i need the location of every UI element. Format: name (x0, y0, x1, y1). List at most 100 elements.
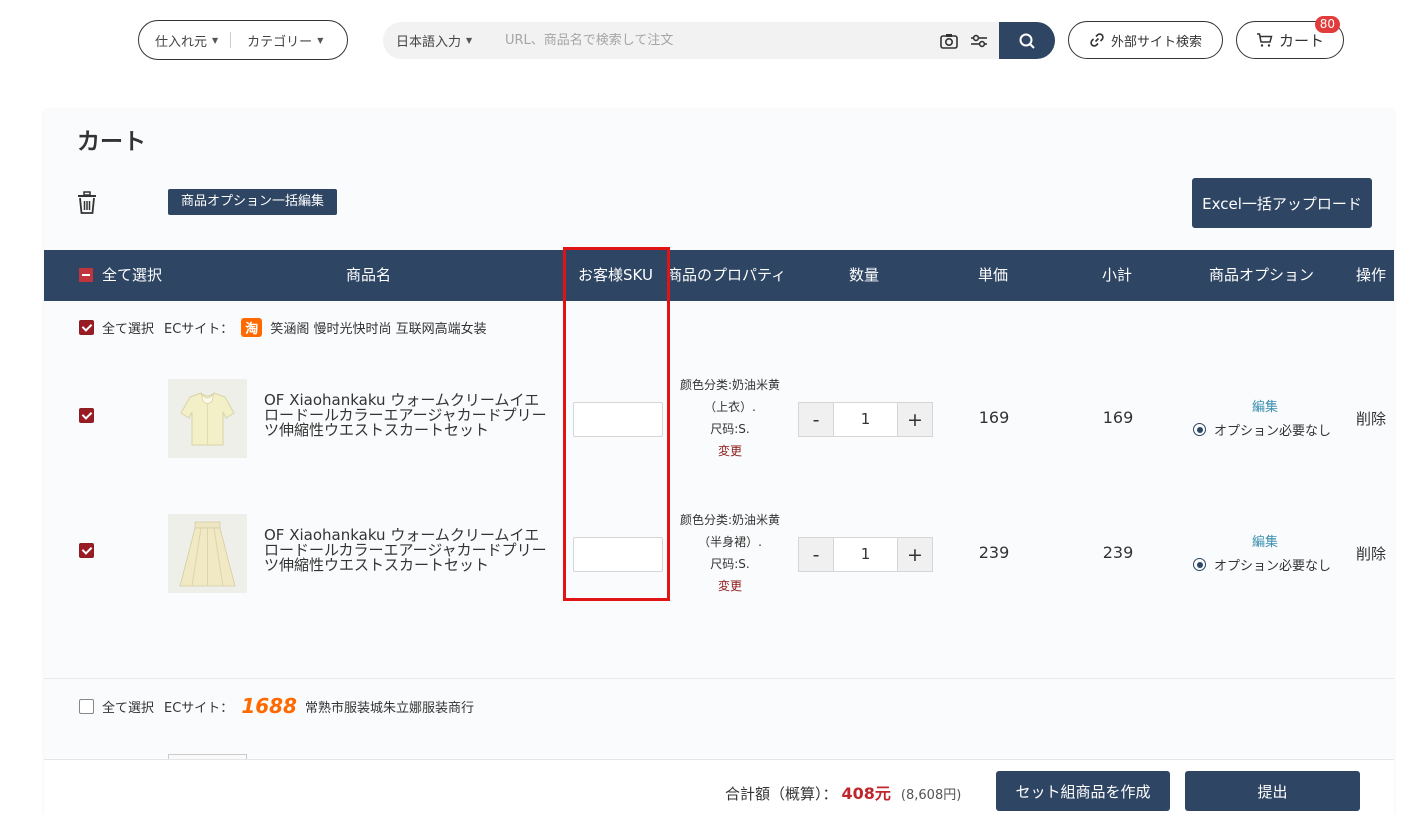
option-none[interactable]: オプション必要なし (1193, 555, 1331, 574)
item-select-checkbox[interactable] (79, 408, 94, 423)
shop-select-checkbox[interactable] (79, 320, 94, 335)
prop-color: 颜色分类:奶油米黄 (679, 513, 781, 527)
option-edit-link[interactable]: 編集 (1252, 531, 1278, 550)
skirt-image (168, 514, 247, 593)
shop-header: 全て選択 ECサイト： 1688 常熟市服装城朱立娜服装商行 (79, 694, 474, 718)
subtotal: 239 (1102, 543, 1134, 562)
decrement-button[interactable]: - (799, 538, 833, 571)
shop-select-all-label: 全て選択 (102, 322, 155, 337)
product-property: 颜色分类:奶油米黄 （上衣）. 尺码:S. 変更 (666, 374, 794, 462)
quantity-stepper: - 1 + (798, 402, 933, 437)
chevron-down-icon: ▼ (212, 35, 219, 45)
header-unit-price: 単価 (978, 266, 1009, 284)
chevron-down-icon: ▼ (317, 35, 324, 45)
link-icon (1090, 33, 1104, 47)
radio-selected-icon[interactable] (1193, 558, 1206, 571)
table-header: 全て選択 商品名 お客様SKU 商品のプロパティ 数量 単価 小計 商品オプショ… (44, 250, 1394, 301)
delete-button[interactable]: 削除 (1356, 543, 1386, 564)
product-thumbnail[interactable] (168, 514, 247, 593)
option-none-label: オプション必要なし (1214, 559, 1332, 574)
cart-item-row: OF Xiaohankaku ウォームクリームイエロードールカラーエアージャカー… (44, 374, 1394, 464)
trash-icon[interactable] (76, 191, 98, 215)
category-dropdown[interactable]: カテゴリー ▼ (231, 31, 323, 50)
customer-sku-input[interactable] (573, 402, 663, 437)
page-title: カート (77, 129, 146, 155)
header-product-name: 商品名 (346, 266, 392, 284)
excel-upload-button[interactable]: Excel一括アップロード (1192, 178, 1372, 228)
prop-color: 颜色分类:奶油米黄 (679, 378, 781, 392)
language-label: 日本語入力 (396, 35, 462, 50)
bulk-option-edit-button[interactable]: 商品オプション一括編集 (168, 189, 338, 215)
radio-selected-icon[interactable] (1193, 423, 1206, 436)
customer-sku-input[interactable] (573, 537, 663, 572)
product-property: 颜色分类:奶油米黄 （半身裙）. 尺码:S. 変更 (666, 509, 794, 597)
header-subtotal: 小計 (1102, 266, 1133, 284)
increment-button[interactable]: + (898, 538, 932, 571)
external-search-label: 外部サイト検索 (1110, 34, 1202, 50)
filter-icon[interactable] (969, 31, 989, 51)
increment-button[interactable]: + (898, 403, 932, 436)
prop-variant: （上衣）. (704, 400, 756, 414)
cart-icon (1256, 33, 1273, 47)
prop-size: 尺码:S. (710, 557, 750, 571)
category-label: カテゴリー (247, 34, 313, 50)
total-summary: 合計額（概算）： 408元 (8,608円) (725, 780, 961, 804)
source-dropdown[interactable]: 仕入れ元 ▼ (139, 31, 218, 50)
header-property: 商品のプロパティ (667, 266, 787, 284)
cart-panel: カート 商品オプション一括編集 Excel一括アップロード 全て選択 商品名 お… (44, 110, 1394, 815)
camera-icon[interactable] (939, 31, 959, 51)
quantity-stepper: - 1 + (798, 537, 933, 572)
source-label: 仕入れ元 (155, 34, 208, 50)
shop-name[interactable]: 常熟市服装城朱立娜服装商行 (305, 697, 474, 716)
prop-size: 尺码:S. (710, 422, 750, 436)
total-label: 合計額（概算）： (725, 785, 838, 803)
delete-button[interactable]: 削除 (1356, 408, 1386, 429)
unit-price: 239 (978, 543, 1010, 562)
submit-button[interactable]: 提出 (1185, 771, 1360, 811)
ec-site-label: ECサイト： (164, 322, 234, 337)
select-all-checkbox[interactable] (79, 268, 93, 282)
unit-price: 169 (978, 408, 1010, 427)
quantity-value[interactable]: 1 (833, 403, 898, 436)
header-operation: 操作 (1356, 266, 1387, 284)
total-amount: 408元 (841, 784, 891, 803)
ec-site-label: ECサイト： (164, 700, 234, 716)
search-bar: 日本語入力 ▼ (383, 22, 1055, 59)
search-button[interactable] (999, 22, 1055, 59)
product-name[interactable]: OF Xiaohankaku ウォームクリームイエロードールカラーエアージャカー… (264, 393, 554, 438)
option-none[interactable]: オプション必要なし (1193, 420, 1331, 439)
option-none-label: オプション必要なし (1214, 424, 1332, 439)
checkout-footer: 合計額（概算）： 408元 (8,608円) セット組商品を作成 提出 (44, 759, 1394, 815)
top-bar: 仕入れ元 ▼ カテゴリー ▼ 日本語入力 ▼ URL、商品名で検索して注文 外部… (0, 0, 1420, 80)
shop-name[interactable]: 笑涵阁 慢时光快时尚 互联网高端女装 (270, 318, 486, 337)
prop-variant: （半身裙）. (698, 535, 762, 549)
decrement-button[interactable]: - (799, 403, 833, 436)
cart-item-row: OF Xiaohankaku ウォームクリームイエロードールカラーエアージャカー… (44, 509, 1394, 599)
option-edit-link[interactable]: 編集 (1252, 396, 1278, 415)
1688-logo: 1688 (241, 694, 297, 718)
blouse-image (168, 379, 247, 458)
product-thumbnail[interactable] (168, 379, 247, 458)
product-name[interactable]: OF Xiaohankaku ウォームクリームイエロードールカラーエアージャカー… (264, 528, 554, 573)
total-yen: (8,608円) (900, 788, 962, 803)
quantity-value[interactable]: 1 (833, 538, 898, 571)
shop-header: 全て選択 ECサイト： 淘 笑涵阁 慢时光快时尚 互联网高端女装 (79, 318, 487, 337)
taobao-icon: 淘 (241, 318, 263, 337)
shop-select-checkbox[interactable] (79, 698, 94, 714)
search-icon (1019, 33, 1035, 49)
change-property-link[interactable]: 変更 (666, 440, 794, 462)
cart-button[interactable]: カート 80 (1236, 16, 1344, 59)
chevron-down-icon: ▼ (466, 36, 473, 45)
header-product-option: 商品オプション (1209, 266, 1315, 284)
shop-select-all-label: 全て選択 (102, 700, 155, 716)
item-select-checkbox[interactable] (79, 543, 94, 558)
header-quantity: 数量 (849, 266, 880, 284)
cart-label: カート (1278, 31, 1324, 50)
change-property-link[interactable]: 変更 (666, 575, 794, 597)
divider (44, 678, 1394, 679)
external-search-button[interactable]: 外部サイト検索 (1068, 21, 1223, 59)
cart-count-badge: 80 (1314, 16, 1340, 33)
search-input[interactable] (505, 33, 935, 48)
language-dropdown[interactable]: 日本語入力 ▼ (383, 31, 491, 50)
create-set-button[interactable]: セット組商品を作成 (996, 771, 1170, 811)
